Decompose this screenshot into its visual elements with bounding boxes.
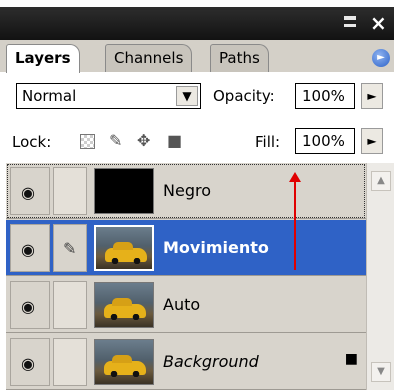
fill-field[interactable]: 100%: [295, 128, 355, 154]
link-cell[interactable]: [53, 281, 87, 329]
visibility-toggle[interactable]: ◉: [10, 338, 50, 386]
annotation-arrow: [289, 172, 301, 270]
layers-scrollbar[interactable]: ▲ ▼: [366, 163, 394, 390]
brush-lock-icon[interactable]: ✎: [109, 131, 122, 151]
tab-bar: Layers Channels Paths ►: [0, 40, 394, 73]
layer-name: Movimiento: [163, 238, 269, 257]
link-cell[interactable]: ✎: [53, 224, 87, 272]
layers-panel: × Layers Channels Paths ► Normal ▼ Opaci…: [0, 0, 394, 392]
transparency-lock-icon[interactable]: [80, 134, 95, 149]
scroll-down-icon[interactable]: ▼: [371, 362, 391, 382]
blend-mode-value: Normal: [22, 87, 77, 105]
close-icon[interactable]: ×: [370, 12, 387, 34]
layer-thumbnail: [94, 225, 154, 271]
layer-thumbnail: [94, 282, 154, 328]
opacity-label: Opacity:: [213, 87, 275, 105]
layer-row-auto[interactable]: ◉ Auto: [6, 277, 366, 333]
eye-icon: ◉: [21, 240, 35, 259]
car-image: [104, 298, 146, 320]
layer-name: Negro: [163, 181, 211, 200]
eye-icon: ◉: [21, 297, 35, 316]
layer-thumbnail: [94, 339, 154, 385]
blend-mode-select[interactable]: Normal ▼: [16, 83, 201, 109]
opacity-slider-button[interactable]: ►: [361, 83, 383, 109]
car-image: [105, 242, 147, 264]
layer-thumbnail: [94, 168, 154, 214]
move-lock-icon[interactable]: ✥: [137, 131, 150, 151]
minimize-icon[interactable]: [344, 16, 356, 27]
layer-row-negro[interactable]: ◉ Negro: [6, 163, 366, 219]
eye-icon: ◉: [21, 354, 35, 373]
opacity-field[interactable]: 100%: [295, 83, 355, 109]
visibility-toggle[interactable]: ◉: [10, 281, 50, 329]
lock-icon: ■: [344, 351, 358, 367]
panel-menu-icon[interactable]: ►: [372, 49, 390, 67]
layer-row-background[interactable]: ◉ Background ■: [6, 334, 366, 390]
tab-layers[interactable]: Layers: [6, 44, 80, 73]
tab-channels[interactable]: Channels: [105, 44, 193, 72]
layers-list: ◉ Negro ◉ ✎ Movimiento ◉ Auto ◉ Backgrou…: [6, 163, 366, 390]
arrow-shaft: [294, 180, 296, 270]
fill-slider-button[interactable]: ►: [361, 128, 383, 154]
link-cell[interactable]: [53, 167, 87, 215]
layer-name: Background: [163, 352, 259, 371]
lock-label: Lock:: [12, 133, 52, 151]
scroll-up-icon[interactable]: ▲: [371, 171, 391, 191]
visibility-toggle[interactable]: ◉: [10, 224, 50, 272]
chevron-down-icon[interactable]: ▼: [176, 86, 198, 106]
link-cell[interactable]: [53, 338, 87, 386]
layer-row-movimiento[interactable]: ◉ ✎ Movimiento: [6, 220, 366, 276]
eye-icon: ◉: [21, 183, 35, 202]
fill-label: Fill:: [255, 133, 281, 151]
padlock-icon[interactable]: ■: [167, 131, 182, 151]
panel-title-bar[interactable]: ×: [0, 7, 394, 40]
brush-icon: ✎: [63, 239, 77, 258]
layer-controls: Normal ▼ Opacity: 100% ► Lock: ✎ ✥ ■ Fil…: [6, 72, 394, 158]
visibility-toggle[interactable]: ◉: [10, 167, 50, 215]
layer-name: Auto: [163, 295, 201, 314]
car-image: [104, 355, 146, 377]
tab-paths[interactable]: Paths: [210, 44, 269, 72]
